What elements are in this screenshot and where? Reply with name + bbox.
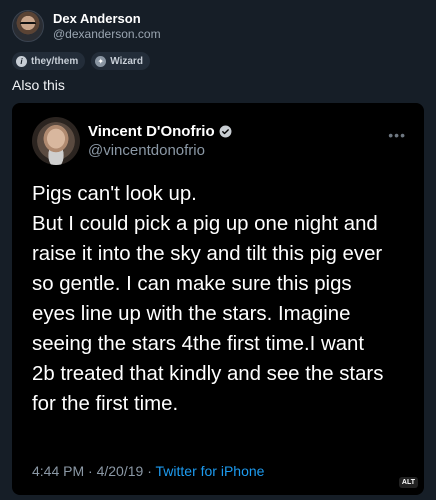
tweet-line: so gentle. I can make sure this pigs bbox=[32, 273, 352, 295]
avatar[interactable] bbox=[12, 10, 44, 42]
tweet-line: Pigs can't look up. bbox=[32, 183, 197, 205]
tweet-body: Pigs can't look up. But I could pick a p… bbox=[32, 179, 410, 419]
tweet-time: 4:44 PM bbox=[32, 463, 85, 479]
tweet-date: 4/20/19 bbox=[96, 463, 144, 479]
separator: · bbox=[88, 463, 93, 479]
tweet-line: raise it into the sky and tilt this pig … bbox=[32, 243, 383, 265]
tweet-source: Twitter for iPhone bbox=[155, 463, 265, 479]
tweet-line: for the first time. bbox=[32, 393, 179, 415]
info-icon: i bbox=[16, 55, 27, 67]
author-row[interactable]: Dex Anderson @dexanderson.com bbox=[12, 10, 161, 42]
separator: · bbox=[147, 463, 152, 479]
badge-pronouns[interactable]: i they/them bbox=[12, 52, 86, 70]
tweet-author-name: Vincent D'Onofrio bbox=[88, 123, 215, 140]
tweet-meta: 4:44 PM · 4/20/19 · Twitter for iPhone bbox=[32, 463, 264, 479]
post: Dex Anderson @dexanderson.com i they/the… bbox=[0, 0, 436, 500]
author-handle[interactable]: @dexanderson.com bbox=[53, 27, 161, 42]
tweet-line: But I could pick a pig up one night and bbox=[32, 213, 378, 235]
tweet-author-handle: @vincentdonofrio bbox=[88, 142, 205, 159]
tweet-header: Vincent D'Onofrio @vincentdonofrio bbox=[32, 117, 232, 165]
post-text: Also this bbox=[12, 77, 65, 93]
wizard-icon: ✦ bbox=[95, 55, 107, 67]
more-icon: ••• bbox=[388, 127, 406, 143]
tweet-author: Vincent D'Onofrio @vincentdonofrio bbox=[88, 122, 232, 160]
embedded-image[interactable]: Vincent D'Onofrio @vincentdonofrio ••• P… bbox=[12, 103, 424, 495]
tweet-line: eyes line up with the stars. Imagine bbox=[32, 303, 351, 325]
alt-text-button[interactable]: ALT bbox=[398, 477, 418, 488]
badge-label: they/them bbox=[31, 55, 79, 67]
author-info: Dex Anderson @dexanderson.com bbox=[53, 11, 161, 42]
verified-icon bbox=[219, 125, 232, 138]
tweet-line: 2b treated that kindly and see the stars bbox=[32, 363, 384, 385]
badge-wizard[interactable]: ✦ Wizard bbox=[91, 52, 150, 70]
badge-label: Wizard bbox=[110, 55, 143, 67]
tweet-avatar bbox=[32, 117, 80, 165]
author-name[interactable]: Dex Anderson bbox=[53, 11, 161, 27]
tweet-line: seeing the stars 4the first time.I want bbox=[32, 333, 365, 355]
badge-row: i they/them ✦ Wizard bbox=[12, 52, 150, 70]
